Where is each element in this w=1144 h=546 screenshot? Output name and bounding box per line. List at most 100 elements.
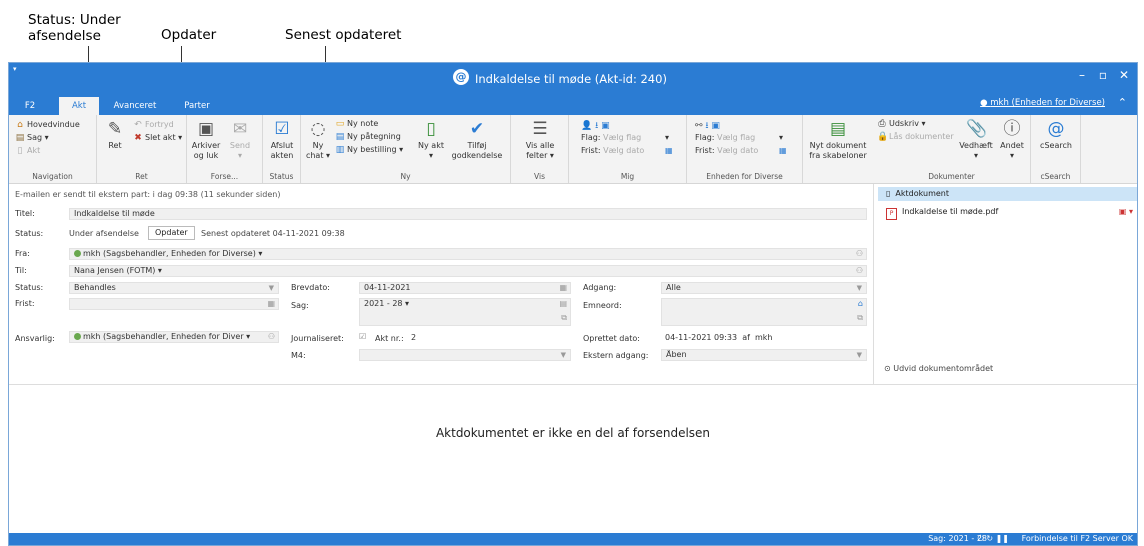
- calendar-icon[interactable]: ▦: [267, 299, 275, 309]
- arkiver-button[interactable]: ▣ Arkiver og luk: [189, 119, 223, 161]
- fortryd-button[interactable]: ↶ Fortryd: [133, 120, 174, 130]
- group-vis: ☰ Vis alle felter ▾ Vis: [511, 115, 569, 183]
- tab-akt[interactable]: Akt: [59, 97, 99, 115]
- tilfoej-godkendelse-button[interactable]: ✔ Tilføj godkendelse: [449, 119, 505, 161]
- close-icon[interactable]: ✕: [1119, 68, 1129, 82]
- info-icon: ⓘ: [1003, 119, 1021, 139]
- ny-paategning-button[interactable]: ▤ Ny påtegning: [335, 132, 401, 142]
- quick-access-icon[interactable]: ▾: [13, 65, 17, 73]
- group-navigation: ⌂ Hovedvindue ▤ Sag ▾ ▯ Akt Navigation: [9, 115, 97, 183]
- fra-field[interactable]: mkh (Sagsbehandler, Enheden for Diverse)…: [69, 248, 867, 260]
- tab-avanceret[interactable]: Avanceret: [105, 97, 165, 115]
- sag-button[interactable]: ▤ Sag ▾: [15, 133, 49, 143]
- mig-frist-select[interactable]: Frist: Vælg dato: [581, 146, 644, 155]
- afslut-akten-button[interactable]: ☑ Afslut akten: [265, 119, 299, 161]
- laas-dokumenter-button[interactable]: 🔒Lås dokumenter: [877, 132, 954, 142]
- group-forse: ▣ Arkiver og luk ✉ Send ▾ Forse...: [187, 115, 263, 183]
- user-link[interactable]: ● mkh (Enheden for Diverse): [980, 98, 1105, 108]
- home-icon: ⌂: [17, 120, 23, 130]
- brevdato-field[interactable]: 04-11-2021 ▦: [359, 282, 571, 294]
- delete-icon: ✖: [134, 133, 142, 143]
- status2-select[interactable]: Behandles ▼: [69, 282, 279, 294]
- frist-label: Frist:: [15, 299, 35, 308]
- group-label-ny: Ny: [400, 172, 411, 181]
- note-icon: ▭: [335, 119, 345, 129]
- ekstern-select[interactable]: Åben ▼: [661, 349, 867, 361]
- group-label-forse: Forse...: [210, 172, 239, 181]
- akt-button[interactable]: ▯ Akt: [15, 146, 41, 156]
- pdf-item[interactable]: P Indkaldelse til møde.pdf ▣ ▾: [878, 205, 1137, 220]
- ny-akt-button[interactable]: ▯ Ny akt ▾: [417, 119, 445, 161]
- journaliseret-label: Journaliseret:: [291, 334, 344, 343]
- group-label-mig: Mig: [620, 172, 635, 181]
- ret-button[interactable]: ✎ Ret: [101, 119, 129, 151]
- tab-f2[interactable]: F2: [15, 97, 45, 115]
- mig-flag-select[interactable]: Flag: Vælg flag: [581, 133, 641, 142]
- chevron-down-icon: ▼: [560, 351, 566, 359]
- group-label-ret: Ret: [135, 172, 148, 181]
- chevron-down-icon: ▼: [268, 284, 274, 292]
- brevdato-label: Brevdato:: [291, 283, 330, 292]
- case-icon: ▤: [15, 133, 25, 143]
- approval-icon: ✔: [469, 119, 485, 139]
- andet-button[interactable]: ⓘ Andet ▾: [997, 119, 1027, 161]
- m4-label: M4:: [291, 351, 306, 360]
- open-icon[interactable]: ⧉: [857, 313, 863, 323]
- status-text: Under afsendelse: [69, 229, 139, 238]
- vis-alle-felter-button[interactable]: ☰ Vis alle felter ▾: [517, 119, 563, 161]
- mig-flag-dropdown-icon[interactable]: ▾: [665, 133, 669, 142]
- til-field[interactable]: Nana Jensen (FOTM) ▾ ⚇: [69, 265, 867, 277]
- tag-icon[interactable]: ⌂: [858, 299, 863, 309]
- maximize-icon[interactable]: ▫: [1099, 68, 1107, 82]
- case-icon[interactable]: ▤: [559, 299, 567, 309]
- pdf-options-icon[interactable]: ▣ ▾: [1119, 205, 1133, 219]
- m4-select[interactable]: ▼: [359, 349, 571, 361]
- udvid-dokumentomraadet-link[interactable]: ⊙ Udvid dokumentområdet: [884, 364, 993, 373]
- ansvarlig-label: Ansvarlig:: [15, 334, 55, 343]
- adgang-label: Adgang:: [583, 283, 617, 292]
- ribbon-tabs: F2 Akt Avanceret Parter ● mkh (Enheden f…: [9, 93, 1137, 115]
- ribbon: ⌂ Hovedvindue ▤ Sag ▾ ▯ Akt Navigation ✎ Ret…: [9, 115, 1137, 184]
- callout-senest: Senest opdateret: [285, 27, 402, 43]
- frist-field[interactable]: ▦: [69, 298, 279, 310]
- sag-field[interactable]: 2021 - 28 ▾ ▤ ⧉: [359, 298, 571, 326]
- ansvarlig-field[interactable]: mkh (Sagsbehandler, Enheden for Diver ▾ ⚇: [69, 331, 279, 343]
- expand-icon: ⊙: [884, 364, 891, 373]
- presence-icon: [74, 250, 81, 257]
- collapse-ribbon-icon[interactable]: ⌃: [1118, 96, 1127, 109]
- hovedvindue-button[interactable]: ⌂ Hovedvindue: [15, 120, 80, 130]
- group-label-dokumenter: Dokumenter: [928, 172, 975, 181]
- address-book-icon[interactable]: ⚇: [856, 266, 863, 276]
- enhed-frist-select[interactable]: Frist: Vælg dato: [695, 146, 758, 155]
- send-button[interactable]: ✉ Send ▾: [225, 119, 255, 161]
- finish-icon: ☑: [274, 119, 290, 139]
- slet-akt-button[interactable]: ✖ Slet akt ▾: [133, 133, 182, 143]
- address-book-icon[interactable]: ⚇: [268, 332, 275, 342]
- ny-note-button[interactable]: ▭ Ny note: [335, 119, 379, 129]
- nyt-dokument-button[interactable]: ▤ Nyt dokument fra skabeloner: [805, 119, 871, 161]
- edit-icon: ✎: [107, 119, 123, 139]
- ny-chat-button[interactable]: ◌ Ny chat ▾: [303, 119, 333, 161]
- opdater-button[interactable]: Opdater: [148, 226, 195, 240]
- enhed-flag-select[interactable]: Flag: Vælg flag: [695, 133, 755, 142]
- vedhaeft-button[interactable]: 📎 Vedhæft ▾: [959, 119, 993, 161]
- enhed-flag-dropdown-icon[interactable]: ▾: [779, 133, 783, 142]
- ny-bestilling-button[interactable]: ▥ Ny bestilling ▾: [335, 145, 403, 155]
- open-icon[interactable]: ⧉: [561, 313, 567, 323]
- calendar-icon[interactable]: ▦: [559, 283, 567, 293]
- titel-input[interactable]: Indkaldelse til møde: [69, 208, 867, 220]
- udskriv-button[interactable]: ⎙ Udskriv ▾: [877, 119, 925, 129]
- address-book-icon[interactable]: ⚇: [856, 249, 863, 259]
- group-status: ☑ Afslut akten Status: [263, 115, 301, 183]
- emneord-field[interactable]: ⌂ ⧉: [661, 298, 867, 326]
- csearch-button[interactable]: @ cSearch: [1035, 119, 1077, 151]
- adgang-select[interactable]: Alle ▼: [661, 282, 867, 294]
- mig-calendar-icon[interactable]: ▦: [665, 146, 673, 155]
- enhed-calendar-icon[interactable]: ▦: [779, 146, 787, 155]
- journaliseret-checkbox[interactable]: ☑: [359, 332, 366, 341]
- tab-parter[interactable]: Parter: [177, 97, 217, 115]
- group-label-enhed: Enheden for Diverse: [706, 172, 783, 181]
- fields-icon: ☰: [532, 119, 548, 139]
- aktdokument-item[interactable]: ▯ Aktdokument: [878, 187, 1137, 201]
- minimize-icon[interactable]: –: [1079, 68, 1085, 82]
